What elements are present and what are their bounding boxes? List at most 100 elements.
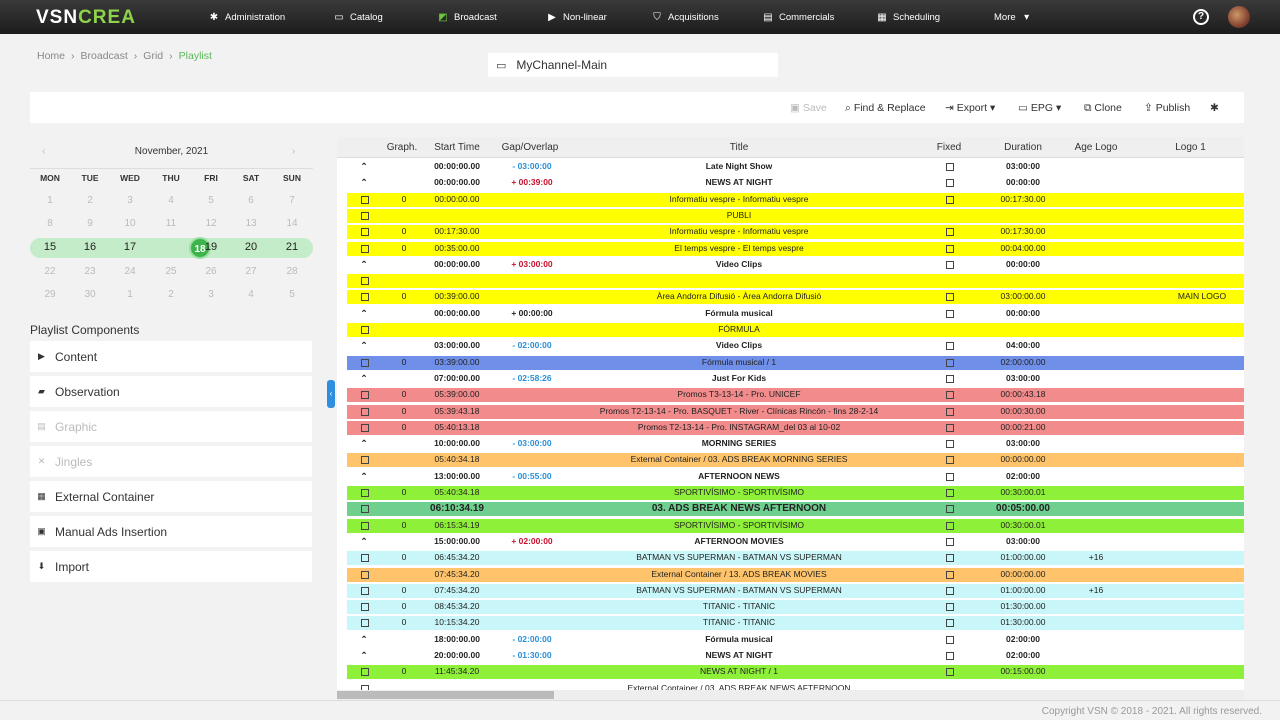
component-jingles[interactable]: ✕ Jingles bbox=[30, 446, 312, 477]
collapse-panel-handle[interactable]: ‹ bbox=[327, 380, 335, 408]
calendar-day[interactable]: 3 bbox=[191, 289, 231, 300]
fixed-checkbox[interactable] bbox=[946, 179, 954, 188]
col-start-time[interactable]: Start Time bbox=[423, 142, 491, 153]
fixed-checkbox[interactable] bbox=[946, 521, 954, 530]
calendar-day[interactable]: 13 bbox=[231, 218, 271, 229]
row-checkbox[interactable] bbox=[361, 570, 369, 579]
calendar-day[interactable]: 30 bbox=[70, 289, 110, 300]
calendar-day[interactable]: 17 bbox=[110, 241, 150, 253]
expand-toggle-icon[interactable]: ⌃ bbox=[357, 438, 371, 449]
item-row[interactable]: 0 06:45:34.20 BATMAN VS SUPERMAN - BATMAN … bbox=[347, 551, 1244, 566]
item-row[interactable]: PUBLI bbox=[347, 208, 1244, 223]
item-row[interactable]: 0 00:00:00.00 Informatiu vespre - Informat… bbox=[347, 192, 1244, 207]
row-checkbox[interactable] bbox=[361, 456, 369, 465]
fixed-checkbox[interactable] bbox=[946, 260, 954, 269]
fixed-checkbox[interactable] bbox=[946, 309, 954, 318]
group-row[interactable]: ⌃ 15:00:00.00 + 02:00:00 AFTERNOON MOVIES 03… bbox=[347, 535, 1244, 549]
calendar-day[interactable]: 5 bbox=[272, 289, 312, 300]
expand-toggle-icon[interactable]: ⌃ bbox=[357, 177, 371, 188]
calendar-day[interactable]: 4 bbox=[151, 195, 191, 206]
item-row[interactable]: 0 11:45:34.20 NEWS AT NIGHT / 1 00:15:00.00 bbox=[347, 665, 1244, 680]
row-checkbox[interactable] bbox=[361, 603, 369, 612]
item-row[interactable]: 0 07:45:34.20 BATMAN VS SUPERMAN - BATMAN … bbox=[347, 583, 1244, 598]
fixed-checkbox[interactable] bbox=[946, 505, 954, 514]
row-checkbox[interactable] bbox=[361, 211, 369, 220]
fixed-checkbox[interactable] bbox=[946, 358, 954, 367]
item-row[interactable]: External Container / 03. ADS BREAK NEWS … bbox=[347, 681, 1244, 690]
row-checkbox[interactable] bbox=[361, 195, 369, 204]
group-row[interactable]: ⌃ 13:00:00.00 - 00:55:00 AFTERNOON NEWS 02:0… bbox=[347, 470, 1244, 484]
row-checkbox[interactable] bbox=[361, 423, 369, 432]
calendar-day[interactable]: 1 bbox=[30, 195, 70, 206]
nav-acquisitions[interactable]: ⛉ Acquisitions bbox=[651, 0, 718, 34]
item-row[interactable]: 0 00:35:00.00 El temps vespre - El temps v… bbox=[347, 241, 1244, 256]
group-row[interactable]: ⌃ 18:00:00.00 - 02:00:00 Fórmula musical 02:… bbox=[347, 633, 1244, 647]
calendar-day[interactable]: 21 bbox=[272, 241, 312, 253]
fixed-checkbox[interactable] bbox=[946, 423, 954, 432]
calendar-day[interactable]: 12 bbox=[191, 218, 231, 229]
calendar-day[interactable]: 10 bbox=[110, 218, 150, 229]
calendar-day[interactable]: 11 bbox=[151, 218, 191, 229]
calendar-day[interactable]: 26 bbox=[191, 266, 231, 277]
calendar-day[interactable]: 6 bbox=[231, 195, 271, 206]
calendar-day[interactable]: 1 bbox=[110, 289, 150, 300]
expand-toggle-icon[interactable]: ⌃ bbox=[357, 308, 371, 319]
fixed-checkbox[interactable] bbox=[946, 342, 954, 351]
fixed-checkbox[interactable] bbox=[946, 603, 954, 612]
row-checkbox[interactable] bbox=[361, 228, 369, 237]
nav-non-linear[interactable]: ▶ Non-linear bbox=[546, 0, 607, 34]
fixed-checkbox[interactable] bbox=[946, 635, 954, 644]
calendar-day[interactable]: 20 bbox=[231, 241, 271, 253]
component-observation[interactable]: ▰ Observation bbox=[30, 376, 312, 407]
group-row[interactable]: ⌃ 00:00:00.00 - 03:00:00 Late Night Show 03:… bbox=[347, 160, 1244, 174]
fixed-checkbox[interactable] bbox=[946, 244, 954, 253]
col-age-logo[interactable]: Age Logo bbox=[1062, 142, 1130, 153]
component-external-container[interactable]: ▦ External Container bbox=[30, 481, 312, 512]
expand-toggle-icon[interactable]: ⌃ bbox=[357, 471, 371, 482]
gear-icon[interactable]: ✱ bbox=[1210, 102, 1219, 114]
calendar-day[interactable]: 28 bbox=[272, 266, 312, 277]
calendar-day[interactable]: 23 bbox=[70, 266, 110, 277]
row-checkbox[interactable] bbox=[361, 554, 369, 563]
calendar-day[interactable]: 14 bbox=[272, 218, 312, 229]
item-row[interactable]: 05:40:34.18 External Container / 03. ADS … bbox=[347, 453, 1244, 468]
fixed-checkbox[interactable] bbox=[946, 228, 954, 237]
component-import[interactable]: ⬇ Import bbox=[30, 551, 312, 582]
calendar-day[interactable]: 2 bbox=[70, 195, 110, 206]
expand-toggle-icon[interactable]: ⌃ bbox=[357, 536, 371, 547]
expand-toggle-icon[interactable]: ⌃ bbox=[357, 340, 371, 351]
item-row[interactable]: FÓRMULA bbox=[347, 323, 1244, 337]
row-checkbox[interactable] bbox=[361, 619, 369, 628]
fixed-checkbox[interactable] bbox=[946, 374, 954, 383]
calendar-day[interactable]: 3 bbox=[110, 195, 150, 206]
nav-more[interactable]: More ▾ bbox=[994, 0, 1033, 34]
chevron-right-icon[interactable]: › bbox=[292, 146, 295, 157]
row-checkbox[interactable] bbox=[361, 277, 369, 286]
calendar-day[interactable]: 22 bbox=[30, 266, 70, 277]
calendar-day[interactable]: 16 bbox=[70, 241, 110, 253]
nav-catalog[interactable]: ▭ Catalog bbox=[333, 0, 382, 34]
row-checkbox[interactable] bbox=[361, 391, 369, 400]
row-checkbox[interactable] bbox=[361, 521, 369, 530]
save-button[interactable]: ▣ Save bbox=[790, 102, 827, 114]
breadcrumb-grid[interactable]: Grid bbox=[143, 50, 163, 62]
fixed-checkbox[interactable] bbox=[946, 472, 954, 481]
row-checkbox[interactable] bbox=[361, 293, 369, 302]
group-row[interactable]: ⌃ 00:00:00.00 + 00:39:00 NEWS AT NIGHT 00:00… bbox=[347, 176, 1244, 190]
item-row[interactable]: 0 05:39:00.00 Promos T3-13-14 - Pro. UNICE… bbox=[347, 388, 1244, 403]
breadcrumb-home[interactable]: Home bbox=[37, 50, 65, 62]
fixed-checkbox[interactable] bbox=[946, 391, 954, 400]
component-manual-ads-insertion[interactable]: ▣ Manual Ads Insertion bbox=[30, 516, 312, 547]
col-title[interactable]: Title bbox=[569, 142, 909, 153]
breadcrumb-broadcast[interactable]: Broadcast bbox=[81, 50, 128, 62]
fixed-checkbox[interactable] bbox=[946, 195, 954, 204]
fixed-checkbox[interactable] bbox=[946, 554, 954, 563]
group-row[interactable]: ⌃ 10:00:00.00 - 03:00:00 MORNING SERIES 03:0… bbox=[347, 437, 1244, 451]
export-button[interactable]: ⇥ Export ▾ bbox=[945, 102, 995, 114]
fixed-checkbox[interactable] bbox=[946, 652, 954, 660]
row-checkbox[interactable] bbox=[361, 586, 369, 595]
calendar-day[interactable]: 5 bbox=[191, 195, 231, 206]
item-row[interactable]: 06:10:34.19 03. ADS BREAK NEWS AFTERNOON 0… bbox=[347, 502, 1244, 517]
row-checkbox[interactable] bbox=[361, 244, 369, 253]
row-checkbox[interactable] bbox=[361, 358, 369, 367]
